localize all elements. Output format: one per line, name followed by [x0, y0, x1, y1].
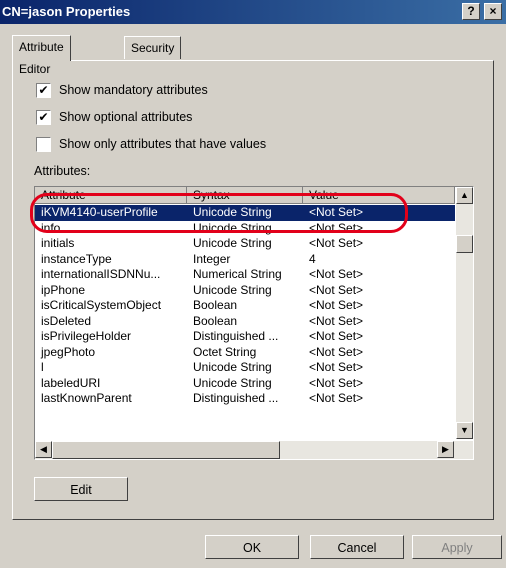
show-only-values-option[interactable]: Show only attributes that have values [36, 135, 266, 153]
table-row[interactable]: isPrivilegeHolder Distinguished ... <Not S… [35, 329, 455, 345]
help-button[interactable]: ? [462, 3, 480, 20]
cell-attribute: lastKnownParent [41, 391, 132, 405]
cell-attribute: info [41, 220, 61, 235]
horizontal-scroll-thumb[interactable] [52, 441, 280, 459]
cell-value: <Not Set> [309, 205, 364, 219]
list-header: Attribute Syntax Value [35, 187, 455, 205]
table-row[interactable]: isCriticalSystemObject Boolean <Not Set> [35, 298, 455, 314]
cell-attribute: initials [41, 236, 75, 250]
show-mandatory-checkbox[interactable]: ✔ [36, 82, 51, 98]
cell-attribute: labeledURI [41, 375, 101, 390]
cell-syntax: Boolean [193, 313, 238, 328]
show-optional-option[interactable]: ✔ Show optional attributes [36, 108, 192, 126]
cell-attribute: internationalISDNNu... [41, 267, 161, 281]
cell-attribute: isDeleted [41, 313, 92, 328]
cell-syntax: Numerical String [193, 267, 282, 281]
cell-syntax: Unicode String [193, 220, 272, 235]
show-optional-label: Show optional attributes [59, 110, 193, 124]
cell-value: 4 [309, 251, 316, 266]
table-row[interactable]: ipPhone Unicode String <Not Set> [35, 283, 455, 299]
cell-value: <Not Set> [309, 329, 364, 343]
cell-value: <Not Set> [309, 344, 364, 359]
scroll-right-button[interactable]: ▶ [437, 441, 454, 458]
cell-attribute: l [41, 360, 44, 374]
cell-attribute: instanceType [41, 251, 112, 266]
cell-syntax: Integer [193, 251, 231, 266]
table-row[interactable]: instanceType Integer 4 [35, 252, 455, 268]
cell-syntax: Distinguished ... [193, 329, 279, 343]
cell-value: <Not Set> [309, 391, 364, 405]
column-attribute[interactable]: Attribute [35, 187, 187, 204]
scroll-left-button[interactable]: ◀ [35, 441, 52, 458]
apply-button[interactable]: Apply [412, 535, 502, 559]
column-syntax[interactable]: Syntax [187, 187, 303, 204]
cell-value: <Not Set> [309, 298, 364, 312]
vertical-scroll-thumb[interactable] [456, 235, 473, 253]
tab-security[interactable]: Security [124, 36, 182, 59]
cell-value: <Not Set> [309, 313, 364, 328]
scroll-up-button[interactable]: ▲ [456, 187, 473, 204]
cell-attribute: ipPhone [41, 282, 86, 297]
attributes-label: Attributes: [34, 164, 91, 178]
cell-value: <Not Set> [309, 236, 364, 250]
cell-attribute: isCriticalSystemObject [41, 298, 162, 312]
edit-button[interactable]: Edit [34, 477, 128, 501]
table-row[interactable]: labeledURI Unicode String <Not Set> [35, 376, 455, 392]
scroll-down-button[interactable]: ▼ [456, 422, 473, 439]
attributes-list[interactable]: Attribute Syntax Value iKVM4140-userProf… [34, 186, 474, 460]
cell-syntax: Boolean [193, 298, 238, 312]
cell-syntax: Unicode String [193, 375, 272, 390]
cell-value: <Not Set> [309, 282, 364, 297]
ok-button[interactable]: OK [205, 535, 299, 559]
cell-value: <Not Set> [309, 220, 364, 235]
cell-value: <Not Set> [309, 375, 364, 390]
table-row[interactable]: internationalISDNNu... Numerical String <N… [35, 267, 455, 283]
title-bar: CN=jason Properties ? × [0, 0, 506, 24]
show-only-values-checkbox[interactable] [36, 136, 51, 152]
cell-syntax: Distinguished ... [193, 391, 279, 405]
table-row[interactable]: iKVM4140-userProfile Unicode String <Not S… [35, 205, 455, 221]
window-title: CN=jason Properties [2, 4, 131, 19]
table-row[interactable]: info Unicode String <Not Set> [35, 221, 455, 237]
table-row[interactable]: initials Unicode String <Not Set> [35, 236, 455, 252]
cancel-button[interactable]: Cancel [310, 535, 404, 559]
column-value[interactable]: Value [303, 187, 455, 204]
cell-syntax: Unicode String [193, 360, 272, 374]
show-mandatory-option[interactable]: ✔ Show mandatory attributes [36, 81, 208, 99]
cell-syntax: Unicode String [193, 236, 272, 250]
show-only-values-label: Show only attributes that have values [59, 137, 267, 151]
cell-attribute: jpegPhoto [41, 344, 96, 359]
cell-attribute: isPrivilegeHolder [41, 329, 132, 343]
tab-attribute-editor[interactable]: Attribute Editor [12, 35, 71, 76]
table-row[interactable]: jpegPhoto Octet String <Not Set> [35, 345, 455, 361]
show-mandatory-label: Show mandatory attributes [59, 83, 208, 97]
table-row[interactable]: isDeleted Boolean <Not Set> [35, 314, 455, 330]
close-button[interactable]: × [484, 3, 502, 20]
list-rows: iKVM4140-userProfile Unicode String <Not S… [35, 205, 455, 407]
cell-syntax: Unicode String [193, 205, 272, 219]
cell-syntax: Octet String [193, 344, 257, 359]
table-row[interactable]: l Unicode String <Not Set> [35, 360, 455, 376]
cell-value: <Not Set> [309, 360, 364, 374]
cell-attribute: iKVM4140-userProfile [41, 205, 158, 219]
cell-syntax: Unicode String [193, 282, 272, 297]
show-optional-checkbox[interactable]: ✔ [36, 109, 51, 125]
horizontal-scrollbar[interactable]: ◀ ▶ [35, 441, 473, 459]
vertical-scrollbar[interactable]: ▲ ▼ [456, 187, 473, 439]
cell-value: <Not Set> [309, 267, 364, 281]
table-row[interactable]: lastKnownParent Distinguished ... <Not Set… [35, 391, 455, 407]
